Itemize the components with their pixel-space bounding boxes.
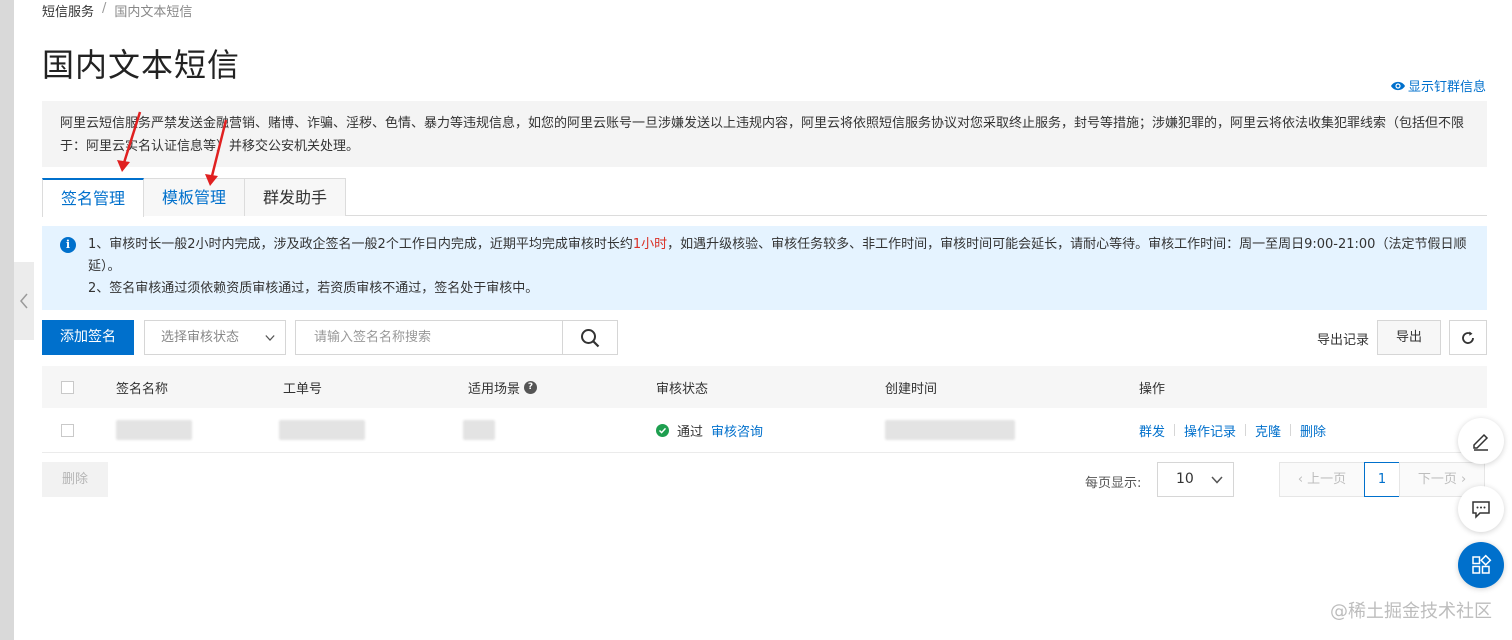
refresh-button[interactable] — [1449, 320, 1487, 355]
page-size-label: 每页显示: — [1085, 476, 1142, 491]
toolbar: 添加签名 选择审核状态 请输入签名名称搜索 导出记录 导出 — [42, 320, 1487, 356]
breadcrumb: 短信服务 / 国内文本短信 — [42, 1, 192, 20]
breadcrumb-current: 国内文本短信 — [114, 5, 193, 20]
refresh-icon — [1462, 331, 1474, 344]
select-all-checkbox[interactable] — [61, 380, 74, 394]
header-operations: 操作 — [1139, 381, 1166, 397]
redacted-ticket-number — [279, 408, 365, 452]
page-size-value: 10 — [1176, 471, 1194, 487]
help-icon[interactable]: ? — [524, 380, 538, 394]
redacted-created-time — [885, 408, 1015, 452]
apps-button[interactable] — [1458, 542, 1504, 588]
eye-icon — [1390, 81, 1405, 90]
feedback-edit-button[interactable] — [1458, 418, 1504, 464]
sidebar-collapse-button[interactable] — [14, 262, 34, 340]
header-ticket-number: 工单号 — [283, 381, 323, 397]
search-icon — [581, 328, 600, 347]
show-dingtalk-group-link[interactable]: 显示钉群信息 — [1390, 76, 1486, 95]
redacted-scene — [463, 408, 495, 452]
apps-icon — [1472, 554, 1492, 574]
batch-delete-button[interactable]: 删除 — [42, 462, 108, 497]
review-status-placeholder: 选择审核状态 — [161, 330, 240, 345]
breadcrumb-separator: / — [102, 1, 107, 16]
info-line-1: 1、审核时长一般2小时内完成，涉及政企签名一般2个工作日内完成，近期平均完成审核… — [88, 237, 1467, 274]
header-signature-name: 签名名称 — [116, 381, 169, 397]
tab-template-management[interactable]: 模板管理 — [143, 178, 246, 216]
tab-signature-management[interactable]: 签名管理 — [42, 178, 145, 217]
chat-icon — [1472, 501, 1490, 519]
watermark: @稀土掘金技术社区 — [1330, 601, 1492, 622]
page: 短信服务 / 国内文本短信 国内文本短信 显示钉群信息 阿里云短信服务严禁发送金… — [0, 0, 1512, 640]
signature-search-input[interactable]: 请输入签名名称搜索 — [295, 320, 563, 355]
tab-bar: 签名管理 模板管理 群发助手 — [42, 178, 1487, 217]
check-circle-icon — [656, 423, 669, 437]
table-header: 签名名称 工单号 适用场景 ? 审核状态 创建时间 操作 — [42, 366, 1487, 408]
left-scrollbar[interactable] — [0, 0, 14, 640]
search-button[interactable] — [562, 320, 618, 355]
edit-icon — [1473, 433, 1489, 451]
mass-send-link[interactable]: 群发 — [1139, 421, 1165, 440]
show-dingtalk-group-label: 显示钉群信息 — [1407, 80, 1486, 95]
review-status-text: 通过 — [677, 424, 704, 440]
chevron-left-icon — [20, 293, 28, 309]
prev-page-button[interactable]: ‹ 上一页 — [1279, 462, 1365, 497]
redacted-signature-name — [116, 408, 192, 452]
chat-button[interactable] — [1458, 486, 1504, 532]
page-title: 国内文本短信 — [42, 46, 241, 84]
breadcrumb-parent[interactable]: 短信服务 — [42, 1, 94, 20]
avg-review-time: 1小时 — [632, 237, 668, 252]
review-status-select[interactable]: 选择审核状态 — [144, 320, 286, 355]
header-scene: 适用场景 ? — [468, 366, 538, 408]
export-log-link[interactable]: 导出记录 — [1317, 329, 1369, 348]
clone-link[interactable]: 克隆 — [1255, 421, 1281, 440]
review-status-cell: 通过 审核咨询 — [656, 408, 763, 452]
delete-link[interactable]: 删除 — [1300, 421, 1326, 440]
header-created-time: 创建时间 — [885, 381, 938, 397]
review-consult-link[interactable]: 审核咨询 — [711, 421, 763, 440]
review-info-notice: i 1、审核时长一般2小时内完成，涉及政企签名一般2个工作日内完成，近期平均完成… — [42, 226, 1487, 310]
current-page-button[interactable]: 1 — [1364, 462, 1400, 497]
row-operations: 群发 操作记录 克隆 删除 — [1139, 408, 1326, 452]
chevron-down-icon — [1211, 476, 1223, 484]
info-line-2: 2、签名审核通过须依赖资质审核通过，若资质审核不通过，签名处于审核中。 — [88, 281, 539, 296]
info-icon: i — [60, 237, 76, 253]
page-size-select[interactable]: 10 — [1157, 462, 1234, 497]
export-button[interactable]: 导出 — [1377, 320, 1441, 355]
compliance-warning: 阿里云短信服务严禁发送金融营销、赌博、诈骗、淫秽、色情、暴力等违规信息，如您的阿… — [42, 101, 1487, 167]
operation-log-link[interactable]: 操作记录 — [1184, 421, 1236, 440]
chevron-left-icon: ‹ — [1297, 472, 1308, 487]
header-review-status: 审核状态 — [656, 381, 709, 397]
tab-mass-send-assistant[interactable]: 群发助手 — [244, 178, 347, 216]
chevron-right-icon: › — [1456, 472, 1467, 487]
chevron-down-icon — [265, 335, 275, 342]
add-signature-button[interactable]: 添加签名 — [42, 320, 134, 355]
table-row: 通过 审核咨询 群发 操作记录 克隆 删除 — [42, 408, 1487, 453]
row-checkbox[interactable] — [61, 423, 74, 437]
